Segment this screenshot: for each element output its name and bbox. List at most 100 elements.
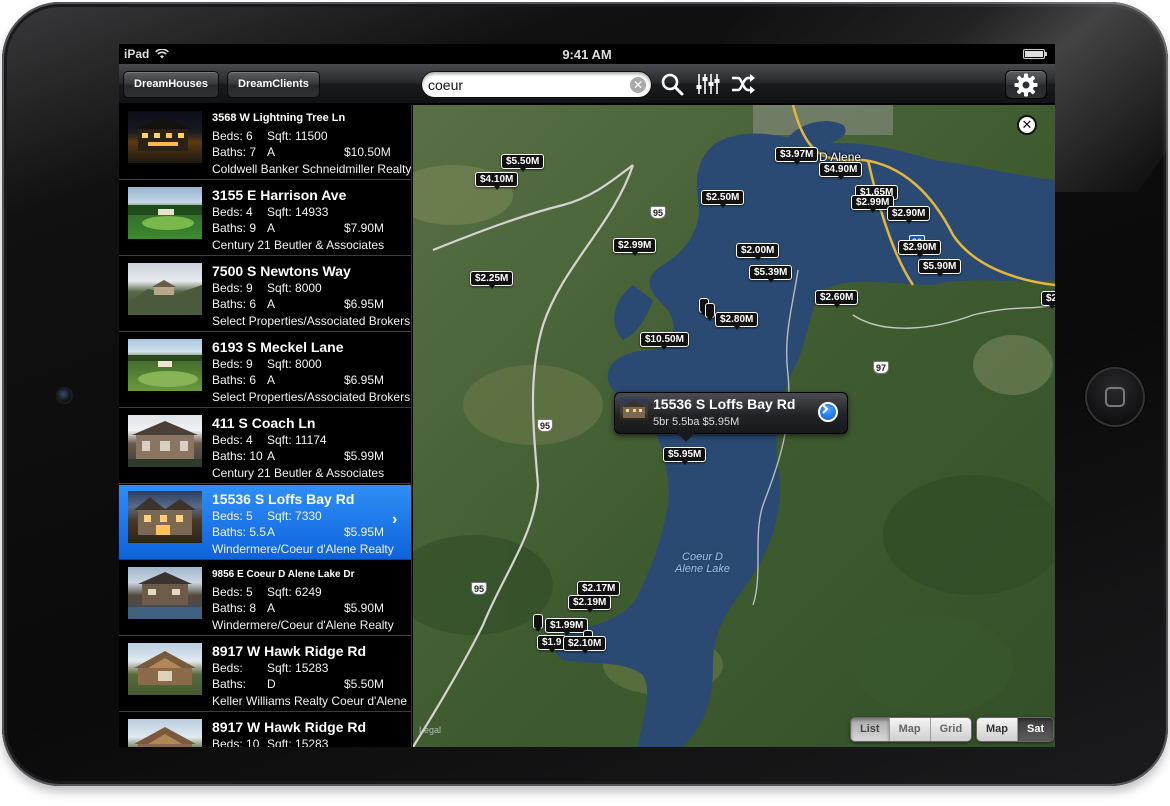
listing-beds: Beds: 4: [212, 205, 253, 219]
listing-broker: Coldwell Banker Schneidmiller Realty: [212, 162, 412, 176]
listing-baths: Baths: 9: [212, 221, 257, 235]
listing-photo: [128, 187, 202, 239]
view-mode-map[interactable]: Map: [889, 718, 931, 741]
shuffle-icon[interactable]: [729, 71, 757, 97]
listing-price: $6.95M: [344, 297, 385, 311]
listing-price: $10.50M: [344, 145, 391, 159]
price-pin[interactable]: $2.90M: [898, 240, 942, 258]
listing-address: 3568 W Lightning Tree Ln: [212, 112, 346, 124]
view-mode-grid[interactable]: Grid: [930, 718, 972, 741]
listing-photo: [128, 567, 202, 619]
listing-row[interactable]: 9856 E Coeur D Alene Lake Dr Beds: 5 Sqft…: [119, 561, 411, 636]
view-mode-segmented-control: List Map Grid: [850, 717, 973, 742]
price-pin[interactable]: $2.50M: [701, 190, 745, 208]
listing-sqft: Sqft: 8000: [267, 357, 322, 371]
listing-baths: Baths: 6: [212, 297, 257, 311]
listing-beds: Beds:: [212, 661, 243, 675]
legal-link[interactable]: Legal: [419, 725, 441, 735]
screen: iPad 9:41 AM DreamHouses DreamClients ✕: [119, 44, 1055, 747]
gear-icon: [1014, 73, 1038, 96]
price-pin[interactable]: $5.95M: [663, 447, 707, 465]
listing-address: 7500 S Newtons Way: [212, 263, 351, 279]
price-pin[interactable]: $2.19M: [568, 595, 612, 613]
listing-broker: Century 21 Beutler & Associates: [212, 466, 385, 480]
listing-baths: Baths: 10: [212, 449, 263, 463]
callout-title: 15536 S Loffs Bay Rd: [653, 396, 796, 412]
price-pin[interactable]: $2.80M: [715, 312, 759, 330]
listing-row[interactable]: 6193 S Meckel Lane Beds: 9 Sqft: 8000 Bat…: [119, 333, 411, 408]
price-pin[interactable]: $2.25M: [470, 271, 514, 289]
listing-status: A: [267, 449, 276, 463]
view-mode-list[interactable]: List: [851, 718, 890, 741]
price-pin[interactable]: $2.00M: [736, 243, 780, 261]
price-pin[interactable]: $5.39M: [749, 265, 793, 283]
listing-row[interactable]: 7500 S Newtons Way Beds: 9 Sqft: 8000 Bat…: [119, 257, 411, 332]
filter-sliders-icon[interactable]: [694, 71, 722, 97]
price-pin[interactable]: $2.60M: [815, 290, 859, 308]
listing-status: A: [267, 525, 276, 539]
price-pin[interactable]: $2.90M: [887, 206, 931, 224]
close-map-icon[interactable]: ✕: [1017, 115, 1037, 135]
price-pin[interactable]: [533, 614, 543, 632]
listing-status: A: [267, 601, 276, 615]
price-pin[interactable]: $2.99M: [613, 238, 657, 256]
home-button[interactable]: [1085, 367, 1145, 427]
listing-beds: Beds: 9: [212, 281, 253, 295]
highway-95-shield: 95: [471, 582, 487, 595]
listing-row[interactable]: 3568 W Lightning Tree Ln Beds: 6 Sqft: 11…: [119, 105, 412, 180]
listing-address: 6193 S Meckel Lane: [212, 339, 344, 355]
listing-photo: [128, 491, 202, 543]
listing-row[interactable]: 3155 E Harrison Ave Beds: 4 Sqft: 14933 B…: [119, 181, 411, 256]
price-pin[interactable]: $2: [1041, 291, 1055, 309]
listing-status: A: [267, 297, 276, 311]
listing-address: 8917 W Hawk Ridge Rd: [212, 719, 367, 735]
listing-beds: Beds: 5: [212, 509, 253, 523]
callout-detail-disclosure-icon[interactable]: [818, 402, 838, 422]
listing-photo: [128, 111, 202, 163]
listing-status: A: [267, 145, 276, 159]
price-pin[interactable]: $4.90M: [819, 162, 863, 180]
listing-price: $6.95M: [344, 373, 385, 387]
price-pin[interactable]: $5.50M: [501, 154, 545, 172]
listing-list[interactable]: 3568 W Lightning Tree Ln Beds: 6 Sqft: 11…: [119, 105, 412, 747]
listing-address: 9856 E Coeur D Alene Lake Dr: [212, 569, 355, 580]
map-type-segmented-control: Map Sat: [976, 717, 1055, 742]
listing-photo: [128, 643, 202, 695]
price-pin[interactable]: $5.90M: [918, 259, 962, 277]
price-pin[interactable]: $10.50M: [640, 332, 689, 350]
listing-callout[interactable]: 15536 S Loffs Bay Rd 5br 5.5ba $5.95M: [614, 392, 848, 442]
price-pin[interactable]: $2.10M: [563, 636, 607, 654]
price-pin[interactable]: $1.99M: [545, 618, 589, 636]
price-pin[interactable]: $4.10M: [475, 172, 519, 190]
search-input[interactable]: [421, 71, 652, 98]
dreamclients-button[interactable]: DreamClients: [227, 71, 320, 98]
listing-price: $5.95M: [344, 525, 385, 539]
listing-address: 8917 W Hawk Ridge Rd: [212, 643, 367, 659]
highway-95-shield: 95: [537, 419, 553, 432]
chevron-right-icon: ›: [392, 511, 398, 528]
listing-row[interactable]: 8917 W Hawk Ridge Rd Beds: Sqft: 15283 Ba…: [119, 637, 411, 712]
listing-address: 411 S Coach Ln: [212, 415, 316, 431]
callout-subtitle: 5br 5.5ba $5.95M: [653, 416, 740, 428]
lake-label: Coeur D Alene Lake: [675, 551, 731, 575]
listing-row[interactable]: 411 S Coach Ln Beds: 4 Sqft: 11174 Baths:…: [119, 409, 411, 484]
listing-beds: Beds: 9: [212, 357, 253, 371]
listing-broker: Keller Williams Realty Coeur d'Alene: [212, 694, 408, 708]
listing-baths: Baths: 6: [212, 373, 257, 387]
settings-button[interactable]: [1005, 70, 1047, 99]
map-type-map[interactable]: Map: [977, 718, 1018, 741]
listing-sqft: Sqft: 15283: [267, 737, 329, 747]
map-view[interactable]: Coeur D Alene Coeur D Alene Lake Legal 95…: [413, 105, 1055, 747]
map-type-sat[interactable]: Sat: [1018, 718, 1054, 741]
search-icon[interactable]: [658, 71, 686, 97]
listing-broker: Windermere/Coeur d'Alene Realty: [212, 618, 394, 632]
dreamhouses-button[interactable]: DreamHouses: [123, 71, 219, 98]
listing-status: D: [267, 677, 276, 691]
price-pin[interactable]: $3.97M: [775, 147, 819, 165]
price-pin[interactable]: [705, 303, 715, 321]
search-clear-icon[interactable]: ✕: [630, 77, 646, 93]
listing-row-selected[interactable]: 15536 S Loffs Bay Rd Beds: 5 Sqft: 7330 B…: [119, 485, 411, 560]
price-pin[interactable]: $2.17M: [577, 581, 621, 599]
listing-row[interactable]: 8917 W Hawk Ridge Rd Beds: 10 Sqft: 15283: [119, 713, 411, 747]
listing-sqft: Sqft: 6249: [267, 585, 322, 599]
